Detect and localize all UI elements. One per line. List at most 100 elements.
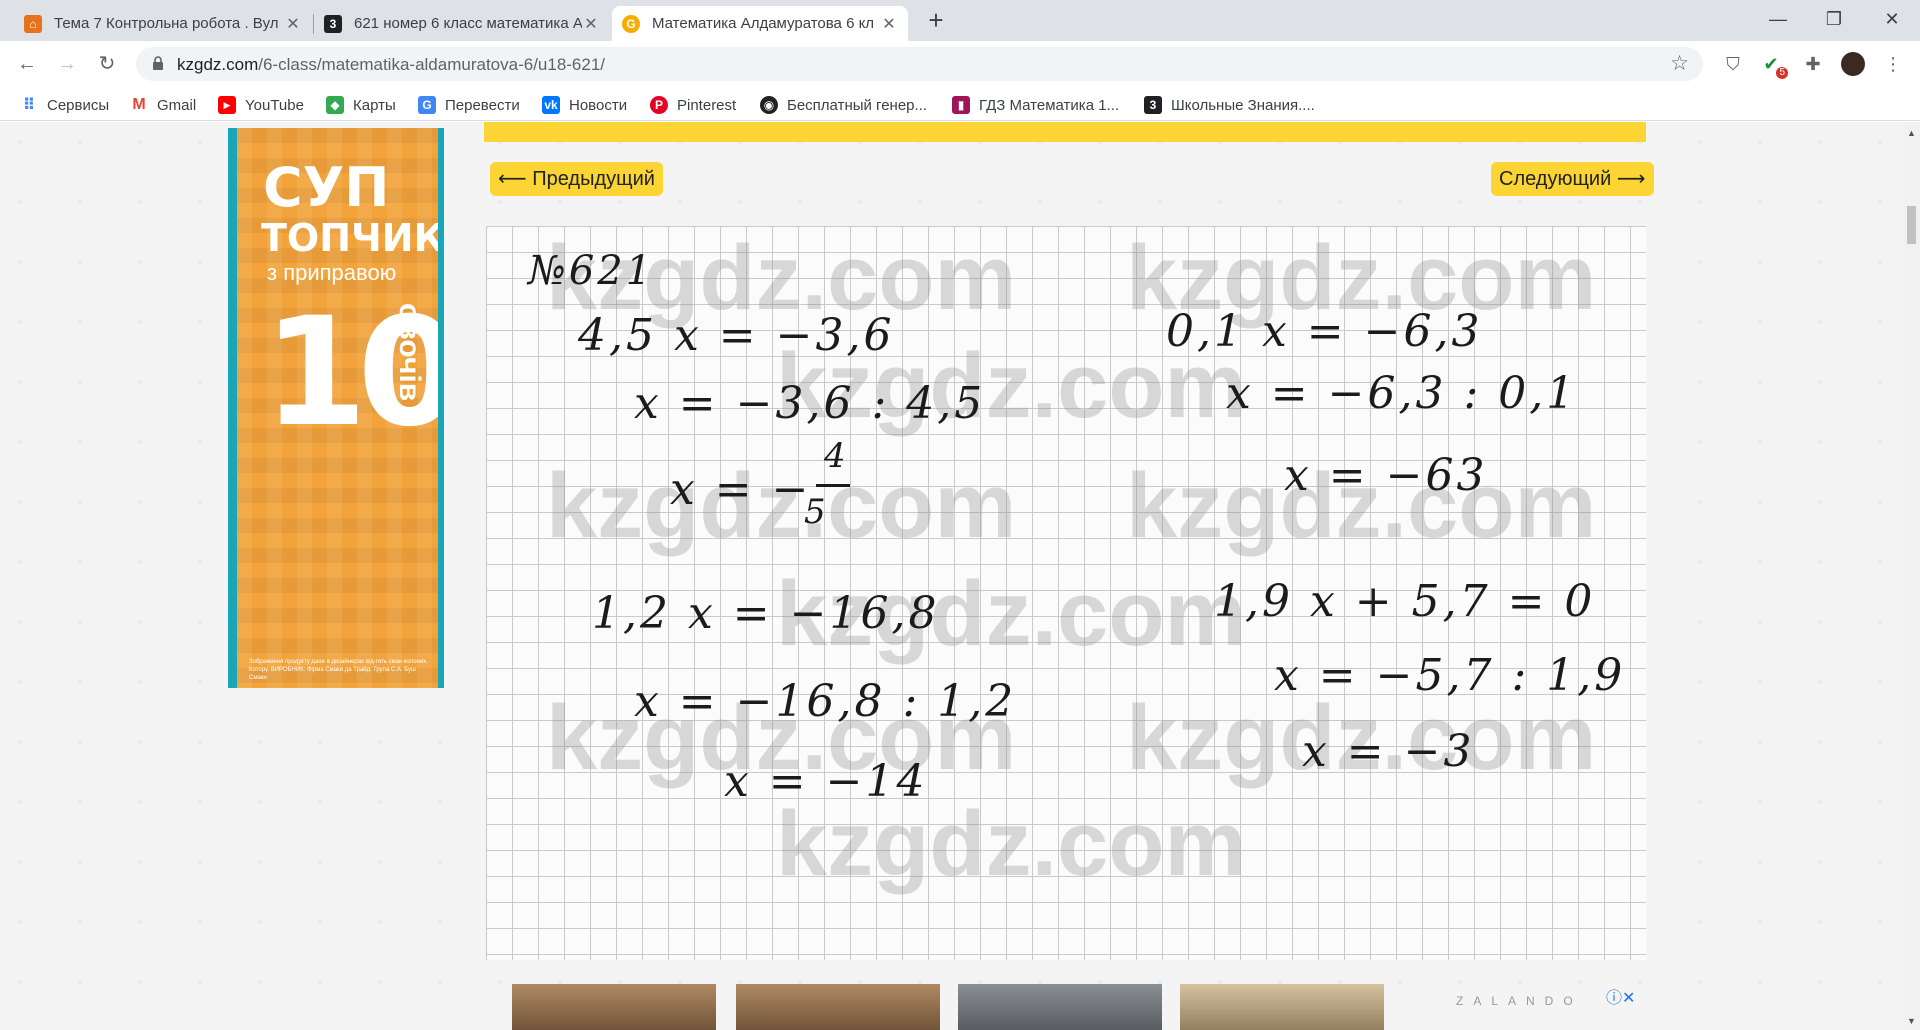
equation-line: 4,5 x = −3,6 (578, 310, 895, 361)
ad-vertical-text: овочів (393, 303, 426, 402)
kzgdz-site-icon: G (622, 14, 640, 33)
generator-icon: ◉ (760, 96, 778, 114)
scroll-thumb[interactable] (1907, 206, 1916, 244)
kzgdz-3-icon: 3 (324, 14, 342, 33)
ad-photo[interactable] (958, 984, 1162, 1030)
menu-kebab-icon[interactable]: ⋮ (1880, 51, 1906, 77)
page-content: СУП ТОПЧИК з приправою 10 овочів Зображе… (0, 122, 1920, 1030)
bookmark-label: Gmail (157, 96, 197, 114)
ad-photo[interactable] (512, 984, 716, 1030)
equation-line: 0,1 x = −6,3 (1166, 306, 1483, 357)
bookmark-label: Бесплатный генер... (787, 96, 928, 114)
bookmark-label: Сервисы (47, 96, 110, 114)
bookmark-label: Карты (353, 96, 396, 114)
puzzle-extensions-icon[interactable]: ✚ (1800, 51, 1826, 77)
restore-button[interactable]: ❐ (1806, 0, 1862, 41)
equation-line: x = −5,7 : 1,9 (1274, 650, 1626, 701)
url-path: /6-class/matematika-aldamuratova-6/u18-6… (258, 55, 606, 74)
tab-matematika-active[interactable]: G Математика Алдамуратова 6 кл ✕ (612, 6, 908, 41)
fraction-bar (816, 484, 850, 487)
bookmark-label: ГДЗ Математика 1... (979, 96, 1120, 114)
reload-button[interactable]: ↻ (93, 50, 121, 78)
bookmark-znanija[interactable]: 3 Школьные Знания.... (1144, 95, 1315, 115)
orange-classroom-icon: ⌂ (24, 14, 42, 33)
bookmark-pinterest[interactable]: P Pinterest (650, 95, 736, 115)
equation-line: 1,2 x = −16,8 (592, 588, 940, 639)
lock-icon (153, 56, 163, 70)
apps-grid-icon: ⠿ (22, 97, 36, 114)
watermark: kzgdz.com (776, 793, 1247, 895)
bookmark-label: YouTube (245, 96, 304, 114)
window-close-button[interactable]: ✕ (1864, 0, 1920, 41)
bookmark-maps[interactable]: ◆ Карты (326, 95, 396, 115)
bottom-ad-banner[interactable]: ZALANDO ⓘ✕ (512, 984, 1646, 1030)
fraction-denominator: 5 (804, 492, 829, 532)
browser-toolbar: ← → ↻ kzgdz.com/6-class/matematika-aldam… (0, 41, 1920, 87)
equation-line: x = −6,3 : 0,1 (1226, 368, 1578, 419)
scroll-down-arrow-icon[interactable]: ▼ (1907, 1016, 1916, 1026)
problem-number: №621 (528, 248, 655, 294)
ad-photo[interactable] (1180, 984, 1384, 1030)
section-banner (484, 122, 1646, 142)
pinterest-icon: P (650, 96, 668, 114)
url-host: kzgdz.com (177, 55, 259, 74)
maps-icon: ◆ (326, 96, 344, 114)
bookmark-label: Перевести (445, 96, 520, 114)
book-icon: ▮ (952, 96, 970, 114)
vk-icon: vk (542, 96, 560, 114)
avatar[interactable] (1840, 51, 1866, 77)
check-shield-extension-icon[interactable]: ✔ 5 (1758, 51, 1788, 79)
forward-button[interactable]: → (53, 50, 81, 78)
scroll-up-arrow-icon[interactable]: ▲ (1907, 128, 1916, 138)
close-icon[interactable]: ✕ (582, 14, 600, 34)
ad-photo[interactable] (736, 984, 940, 1030)
tab-kzgdz-621[interactable]: 3 621 номер 6 класс математика А ✕ (314, 6, 610, 41)
equation-line: x = − (670, 464, 812, 515)
url-text[interactable]: kzgdz.com/6-class/matematika-aldamuratov… (177, 55, 605, 75)
vertical-scrollbar[interactable]: ▲ ▼ (1903, 122, 1920, 1030)
fraction-numerator: 4 (824, 436, 849, 476)
new-tab-button[interactable]: + (922, 6, 950, 34)
equation-line: x = −3 (1302, 726, 1475, 777)
bookmark-star-icon[interactable]: ☆ (1670, 51, 1689, 76)
extension-badge: 5 (1776, 67, 1788, 79)
close-icon[interactable]: ✕ (880, 14, 898, 34)
bookmark-gdz-matematika[interactable]: ▮ ГДЗ Математика 1... (952, 95, 1119, 115)
bookmarks-bar: ⠿ Сервисы M Gmail ▶ YouTube ◆ Карты G Перевес… (0, 87, 1920, 121)
equation-line: 1,9 x + 5,7 = 0 (1214, 576, 1596, 627)
bookmark-translate[interactable]: G Перевести (418, 95, 520, 115)
tab-title: Тема 7 Контрольна робота . Вул (54, 15, 279, 32)
sidebar-ad-banner[interactable]: СУП ТОПЧИК з приправою 10 овочів Зображе… (228, 128, 444, 688)
ad-headline: СУП (263, 156, 390, 219)
gmail-icon: M (132, 96, 146, 113)
tab-strip: ⌂ Тема 7 Контрольна робота . Вул ✕ 3 621… (0, 0, 1920, 41)
bookmark-youtube[interactable]: ▶ YouTube (218, 95, 304, 115)
tab-title: 621 номер 6 класс математика А (354, 15, 582, 32)
znanija-icon: 3 (1144, 96, 1162, 114)
back-button[interactable]: ← (13, 50, 41, 78)
ad-close-icon[interactable]: ⓘ✕ (1606, 984, 1635, 1008)
tab-classroom[interactable]: ⌂ Тема 7 Контрольна робота . Вул ✕ (14, 6, 312, 41)
equation-line: x = −3,6 : 4,5 (634, 378, 986, 429)
ad-brand: ZALANDO (1456, 994, 1583, 1008)
bookmark-gmail[interactable]: M Gmail (130, 95, 196, 115)
bookmark-vk-news[interactable]: vk Новости (542, 95, 627, 115)
equation-line: x = −16,8 : 1,2 (634, 676, 1017, 727)
bookmark-label: Школьные Знания.... (1171, 96, 1315, 114)
bookmark-services[interactable]: ⠿ Сервисы (20, 95, 109, 115)
shield-extension-icon[interactable]: ⛉ (1720, 51, 1746, 77)
minimize-button[interactable]: — (1750, 0, 1806, 41)
ad-subheadline: ТОПЧИК (261, 216, 444, 260)
equation-line: x = −14 (724, 756, 928, 807)
previous-button[interactable]: ⟵ Предыдущий (490, 162, 663, 196)
bookmark-label: Pinterest (677, 96, 737, 114)
equation-line: x = −63 (1284, 450, 1488, 501)
solution-image: kzgdz.com kzgdz.com kzgdz.com kzgdz.com … (486, 226, 1646, 960)
ad-tagline: з приправою (267, 260, 397, 285)
tab-title: Математика Алдамуратова 6 кл (652, 15, 875, 32)
youtube-icon: ▶ (218, 96, 236, 114)
close-icon[interactable]: ✕ (284, 14, 302, 34)
bookmark-generator[interactable]: ◉ Бесплатный генер... (760, 95, 927, 115)
next-button[interactable]: Следующий ⟶ (1491, 162, 1654, 196)
address-bar[interactable]: kzgdz.com/6-class/matematika-aldamuratov… (136, 47, 1703, 81)
